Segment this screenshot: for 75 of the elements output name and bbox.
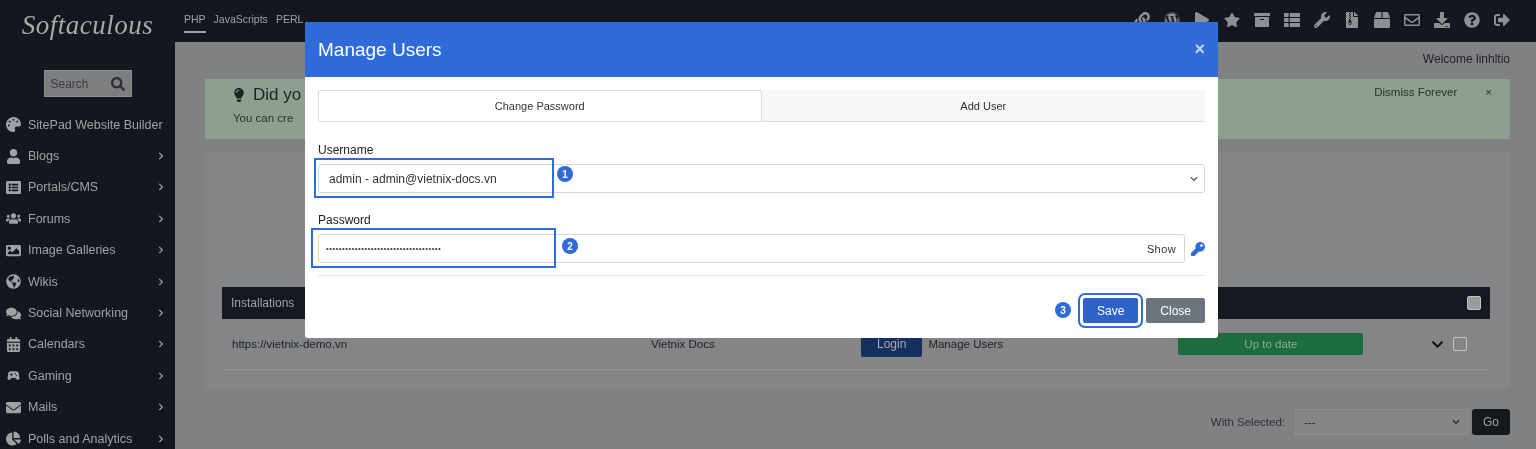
- bulk-label: With Selected:: [1210, 416, 1285, 428]
- go-button[interactable]: Go: [1472, 409, 1510, 435]
- wrench-icon[interactable]: [1314, 12, 1330, 28]
- chevron-icon: [157, 277, 165, 286]
- list-icon: [6, 179, 21, 195]
- palette-icon: [6, 117, 21, 133]
- chat-icon: [6, 305, 21, 321]
- logout-icon[interactable]: [1494, 12, 1510, 28]
- close-button[interactable]: ×: [1485, 86, 1492, 139]
- manage-users-link[interactable]: Manage Users: [928, 338, 1179, 350]
- chevron-icon: [157, 340, 165, 349]
- calendar-icon: [6, 336, 21, 352]
- table-title: Installations: [231, 296, 295, 310]
- step-badge: 1: [557, 166, 573, 182]
- sidebar-item[interactable]: Forums: [0, 203, 175, 235]
- sidebar-item[interactable]: Calendars: [0, 328, 175, 361]
- step-badge: 2: [562, 238, 578, 254]
- checkbox[interactable]: [1453, 337, 1468, 351]
- step-badge: 3: [1055, 302, 1071, 318]
- sidebar-item[interactable]: Blogs: [0, 140, 175, 172]
- checkbox[interactable]: [1467, 296, 1481, 310]
- chevron-icon: [157, 246, 165, 255]
- field-label: Username: [318, 143, 375, 157]
- people-icon: [6, 211, 21, 227]
- zip-file-icon[interactable]: [1344, 12, 1360, 28]
- search-icon: [110, 76, 125, 91]
- download-icon[interactable]: [1434, 12, 1450, 28]
- language-tab[interactable]: PERL: [275, 0, 304, 33]
- chevron-icon: [1452, 418, 1460, 426]
- chevron-icon: [157, 214, 165, 223]
- sidebar-item[interactable]: SitePad Website Builder: [0, 109, 175, 141]
- sidebar-item[interactable]: Polls and Analytics: [0, 422, 175, 449]
- lightbulb-icon: [233, 88, 245, 102]
- language-tab[interactable]: JavaScripts: [213, 0, 268, 33]
- globe-icon: [6, 274, 21, 290]
- star-icon[interactable]: [1224, 12, 1240, 28]
- url-text: https://vietnix-demo.vn: [232, 338, 349, 350]
- welcome-text: Welcome linhltio: [1422, 52, 1510, 66]
- notice-title: Did yo: [253, 85, 302, 105]
- status-badge: Up to date: [1178, 333, 1364, 355]
- sidebar-item[interactable]: Mails: [0, 391, 175, 423]
- help-icon[interactable]: [1464, 12, 1480, 28]
- envelope-icon: [6, 399, 21, 415]
- chevron-icon: [157, 403, 165, 412]
- modal-title: Manage Users: [318, 38, 442, 61]
- show-button[interactable]: Show: [1138, 235, 1184, 262]
- archive-icon[interactable]: [1254, 12, 1270, 28]
- language-tab[interactable]: PHP: [184, 0, 206, 33]
- chevron-icon: [157, 183, 165, 192]
- field-label: Password: [318, 213, 372, 227]
- bulk-select[interactable]: ---: [1295, 409, 1469, 435]
- sidebar-item[interactable]: Portals/CMS: [0, 171, 175, 204]
- chevron-icon: [157, 371, 165, 380]
- chevron-icon: [1190, 174, 1198, 183]
- sidebar-item[interactable]: Wikis: [0, 265, 175, 298]
- box-icon[interactable]: [1374, 12, 1390, 28]
- pie-chart-icon: [6, 431, 21, 447]
- chevron-icon: [157, 152, 165, 161]
- sidebar-item[interactable]: Image Galleries: [0, 234, 175, 266]
- chevron-icon: [157, 434, 165, 443]
- person-icon: [6, 148, 21, 164]
- tab[interactable]: Change Password: [318, 90, 762, 121]
- sidebar-item[interactable]: Gaming: [0, 360, 175, 392]
- dismiss-link[interactable]: Dismiss Forever: [1374, 86, 1458, 139]
- logo: Softaculous: [20, 10, 155, 42]
- notice-text: You can cre: [233, 112, 295, 124]
- tab[interactable]: Add User: [761, 90, 1205, 122]
- key-icon[interactable]: [1191, 241, 1205, 256]
- chevron-icon: [157, 309, 165, 318]
- sidebar-item[interactable]: Social Networking: [0, 297, 175, 329]
- envelope-icon[interactable]: [1404, 12, 1420, 28]
- list-icon[interactable]: [1284, 12, 1300, 28]
- close-button[interactable]: Close: [1146, 298, 1205, 323]
- image-icon: [6, 242, 21, 258]
- label-text: Vietnix Docs: [651, 338, 716, 350]
